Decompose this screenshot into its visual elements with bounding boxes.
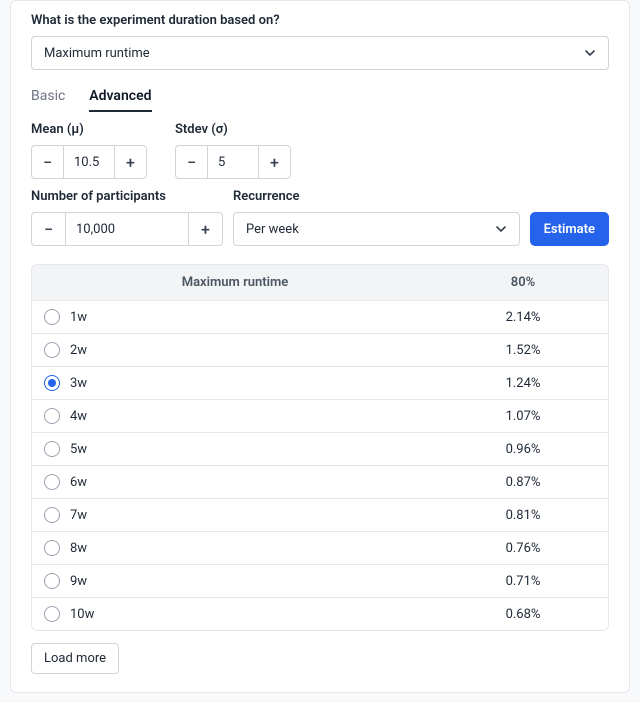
runtime-label: 3w [70,376,87,391]
runtime-radio[interactable] [44,375,60,391]
estimate-button[interactable]: Estimate [530,212,609,246]
table-row[interactable]: 2w 1.52% [32,333,608,366]
table-row[interactable]: 7w 0.81% [32,498,608,531]
table-row[interactable]: 3w 1.24% [32,366,608,399]
table-row[interactable]: 8w 0.76% [32,531,608,564]
table-header: Maximum runtime 80% [32,265,608,300]
mean-decrement[interactable]: − [32,146,64,178]
mean-value[interactable]: 10.5 [64,146,114,178]
duration-basis-select[interactable]: Maximum runtime [31,36,609,70]
runtime-radio[interactable] [44,408,60,424]
table-row[interactable]: 10w 0.68% [32,597,608,630]
runtime-radio[interactable] [44,342,60,358]
runtime-label: 8w [70,541,87,556]
runtime-radio[interactable] [44,573,60,589]
runtime-pct: 1.24% [438,376,608,391]
mean-increment[interactable]: + [114,146,146,178]
table-row[interactable]: 4w 1.07% [32,399,608,432]
runtime-pct: 0.96% [438,442,608,457]
runtime-label: 7w [70,508,87,523]
participants-value[interactable]: 10,000 [66,213,188,245]
tab-basic[interactable]: Basic [31,88,65,112]
runtime-radio[interactable] [44,606,60,622]
runtime-radio[interactable] [44,441,60,457]
runtime-pct: 1.52% [438,343,608,358]
runtime-pct: 1.07% [438,409,608,424]
participants-decrement[interactable]: − [32,213,66,245]
duration-basis-value: Maximum runtime [44,46,150,61]
duration-basis-label: What is the experiment duration based on… [31,13,609,28]
mean-label: Mean (μ) [31,122,147,137]
stdev-stepper: − 5 + [175,145,291,179]
runtime-pct: 0.71% [438,574,608,589]
runtime-label: 10w [70,607,94,622]
col-pct-header: 80% [438,265,608,300]
recurrence-select[interactable]: Per week [233,212,520,246]
table-row[interactable]: 6w 0.87% [32,465,608,498]
table-row[interactable]: 5w 0.96% [32,432,608,465]
runtime-table: Maximum runtime 80% 1w 2.14% 2w 1.52% 3w 1.24… [31,264,609,631]
runtime-pct: 0.87% [438,475,608,490]
participants-label: Number of participants [31,189,223,204]
runtime-label: 1w [70,310,87,325]
table-row[interactable]: 1w 2.14% [32,300,608,333]
stdev-value[interactable]: 5 [208,146,258,178]
runtime-radio[interactable] [44,507,60,523]
participants-stepper: − 10,000 + [31,212,223,246]
participants-increment[interactable]: + [188,213,222,245]
runtime-label: 9w [70,574,87,589]
stdev-decrement[interactable]: − [176,146,208,178]
runtime-pct: 0.76% [438,541,608,556]
tabs: Basic Advanced [31,88,609,112]
chevron-down-icon [584,47,596,59]
recurrence-value: Per week [246,222,299,237]
runtime-pct: 2.14% [438,310,608,325]
stdev-increment[interactable]: + [258,146,290,178]
runtime-radio[interactable] [44,540,60,556]
chevron-down-icon [495,223,507,235]
experiment-form: What is the experiment duration based on… [10,0,630,693]
runtime-label: 6w [70,475,87,490]
runtime-label: 2w [70,343,87,358]
mean-stepper: − 10.5 + [31,145,147,179]
runtime-radio[interactable] [44,474,60,490]
runtime-pct: 0.81% [438,508,608,523]
stdev-label: Stdev (σ) [175,122,291,137]
runtime-label: 5w [70,442,87,457]
table-row[interactable]: 9w 0.71% [32,564,608,597]
load-more-button[interactable]: Load more [31,643,119,674]
runtime-pct: 0.68% [438,607,608,622]
runtime-radio[interactable] [44,309,60,325]
col-runtime-header: Maximum runtime [32,265,438,300]
recurrence-label: Recurrence [233,189,520,204]
tab-advanced[interactable]: Advanced [89,88,151,112]
runtime-label: 4w [70,409,87,424]
